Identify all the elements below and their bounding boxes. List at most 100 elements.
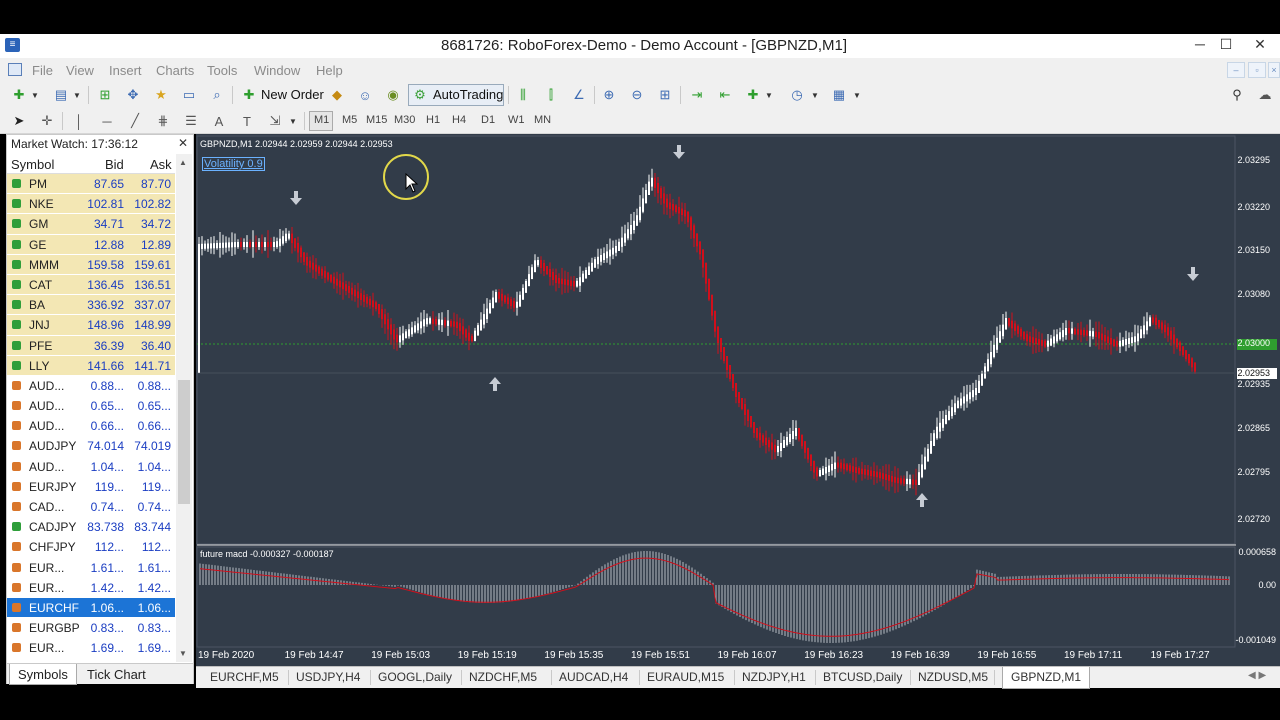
market-watch-row[interactable]: CAT 136.45 136.51: [7, 274, 175, 296]
volatility-button[interactable]: Volatility 0.9: [202, 157, 265, 171]
metaeditor-icon[interactable]: ◆: [328, 86, 346, 104]
text-label-icon[interactable]: T: [238, 112, 256, 130]
market-watch-row[interactable]: CADJPY 83.738 83.744: [7, 517, 175, 538]
timeframe-m5[interactable]: M5: [342, 114, 357, 126]
menu-tools[interactable]: Tools: [207, 63, 237, 78]
arrow-tools-icon[interactable]: ⇲: [266, 112, 284, 130]
market-watch-icon[interactable]: ⊞: [96, 86, 114, 104]
market-watch-row[interactable]: EURJPY 119... 119...: [7, 476, 175, 497]
chart-tab[interactable]: USDJPY,H4: [296, 670, 360, 684]
maximize-button[interactable]: ☐: [1212, 34, 1240, 56]
timeframe-d1[interactable]: D1: [481, 114, 495, 126]
zoom-out-icon[interactable]: ⊖: [628, 86, 646, 104]
search-icon[interactable]: ⚲: [1228, 86, 1246, 104]
market-watch-row[interactable]: EUR... 1.69... 1.69...: [7, 638, 175, 659]
market-watch-row[interactable]: PM 87.65 87.70: [7, 174, 175, 195]
menu-window[interactable]: Window: [254, 63, 300, 78]
chart-window[interactable]: GBPNZD,M1 2.02944 2.02959 2.02944 2.0295…: [196, 134, 1280, 666]
zoom-in-icon[interactable]: ⊕: [600, 86, 618, 104]
chart-tab[interactable]: NZDJPY,H1: [742, 670, 806, 684]
chart-tab[interactable]: NZDCHF,M5: [469, 670, 537, 684]
timeframe-mn[interactable]: MN: [534, 114, 551, 126]
tile-windows-icon[interactable]: ⊞: [656, 86, 674, 104]
market-watch-row[interactable]: CHFJPY 112... 112...: [7, 537, 175, 558]
periods-icon[interactable]: ◷: [788, 86, 806, 104]
chat-icon[interactable]: ☁: [1256, 86, 1274, 104]
channel-icon[interactable]: ⋕: [154, 112, 172, 130]
line-chart-icon[interactable]: ∠: [570, 86, 588, 104]
timeframe-h4[interactable]: H4: [452, 114, 466, 126]
minimize-button[interactable]: ─: [1186, 34, 1214, 56]
market-watch-row[interactable]: AUDJPY 74.014 74.019: [7, 436, 175, 457]
templates-icon[interactable]: ▦: [830, 86, 848, 104]
market-watch-row[interactable]: JNJ 148.96 148.99: [7, 315, 175, 336]
chart-tab[interactable]: EURCHF,M5: [210, 670, 279, 684]
tab-symbols[interactable]: Symbols: [9, 664, 77, 685]
market-watch-row[interactable]: MMM 159.58 159.61: [7, 254, 175, 275]
autoscroll-icon[interactable]: ⇤: [716, 86, 734, 104]
price-chart[interactable]: [196, 134, 1280, 666]
chart-tab[interactable]: AUDCAD,H4: [559, 670, 628, 684]
timeframe-m30[interactable]: M30: [394, 114, 415, 126]
dropdown-arrow-icon[interactable]: ▼: [284, 112, 302, 130]
timeframe-m1[interactable]: M1: [314, 114, 329, 126]
market-watch-row[interactable]: BA 336.92 337.07: [7, 295, 175, 316]
cursor-tool-icon[interactable]: ➤: [10, 112, 28, 130]
dropdown-arrow-icon[interactable]: ▼: [26, 86, 44, 104]
chart-tab[interactable]: GOOGL,Daily: [378, 670, 452, 684]
timeframe-w1[interactable]: W1: [508, 114, 525, 126]
mdi-restore-button[interactable]: ▫: [1248, 62, 1266, 78]
menu-help[interactable]: Help: [316, 63, 343, 78]
close-icon[interactable]: ✕: [178, 136, 188, 150]
text-tool-icon[interactable]: A: [210, 112, 228, 130]
chart-shift-icon[interactable]: ⇥: [688, 86, 706, 104]
dropdown-arrow-icon[interactable]: ▼: [760, 86, 778, 104]
terminal-icon[interactable]: ▭: [180, 86, 198, 104]
chart-tab[interactable]: BTCUSD,Daily: [823, 670, 902, 684]
fibonacci-icon[interactable]: ☰: [182, 112, 200, 130]
navigator-icon[interactable]: ✥: [124, 86, 142, 104]
market-watch-row[interactable]: AUD... 0.88... 0.88...: [7, 375, 175, 397]
vertical-line-icon[interactable]: │: [70, 112, 88, 130]
dropdown-arrow-icon[interactable]: ▼: [848, 86, 866, 104]
dropdown-arrow-icon[interactable]: ▼: [68, 86, 86, 104]
column-bid[interactable]: Bid: [105, 157, 124, 172]
tab-tick-chart[interactable]: Tick Chart: [79, 664, 154, 685]
market-watch-row[interactable]: AUD... 0.65... 0.65...: [7, 396, 175, 417]
horizontal-line-icon[interactable]: ─: [98, 112, 116, 130]
market-watch-row[interactable]: AUD... 1.04... 1.04...: [7, 456, 175, 477]
chart-tab[interactable]: EURAUD,M15: [647, 670, 724, 684]
candlestick-icon[interactable]: ⫿: [542, 86, 560, 104]
market-watch-row[interactable]: NKE 102.81 102.82: [7, 194, 175, 215]
new-order-icon[interactable]: ✚: [240, 86, 258, 104]
market-watch-row[interactable]: CAD... 0.74... 0.74...: [7, 497, 175, 518]
scrollbar[interactable]: ▲ ▼: [176, 154, 192, 662]
menu-charts[interactable]: Charts: [156, 63, 194, 78]
tab-scroll-icon[interactable]: ◀ ▶: [1248, 670, 1266, 681]
column-ask[interactable]: Ask: [150, 157, 172, 172]
data-window-icon[interactable]: ★: [152, 86, 170, 104]
market-watch-row[interactable]: EURCHF 1.06... 1.06...: [7, 597, 175, 619]
chart-tab[interactable]: GBPNZD,M1: [1002, 667, 1091, 689]
menu-insert[interactable]: Insert: [109, 63, 142, 78]
market-watch-row[interactable]: PFE 36.39 36.40: [7, 335, 175, 356]
signals-icon[interactable]: ☺: [356, 86, 374, 104]
timeframe-m15[interactable]: M15: [366, 114, 387, 126]
market-watch-row[interactable]: AUD... 0.66... 0.66...: [7, 416, 175, 437]
strategy-tester-icon[interactable]: ⌕: [208, 86, 226, 104]
market-watch-row[interactable]: EUR... 1.61... 1.61...: [7, 557, 175, 578]
market-watch-row[interactable]: GE 12.88 12.89: [7, 234, 175, 255]
market-watch-row[interactable]: EUR... 1.42... 1.42...: [7, 577, 175, 598]
mdi-minimize-button[interactable]: –: [1227, 62, 1245, 78]
dropdown-arrow-icon[interactable]: ▼: [806, 86, 824, 104]
market-icon[interactable]: ◉: [384, 86, 402, 104]
scrollbar-thumb[interactable]: [178, 380, 190, 504]
market-watch-row[interactable]: GM 34.71 34.72: [7, 214, 175, 235]
menu-view[interactable]: View: [66, 63, 94, 78]
market-watch-row[interactable]: LLY 141.66 141.71: [7, 355, 175, 376]
timeframe-h1[interactable]: H1: [426, 114, 440, 126]
trendline-icon[interactable]: ╱: [126, 112, 144, 130]
crosshair-icon[interactable]: ✛: [38, 112, 56, 130]
market-watch-row[interactable]: EURGBP 0.83... 0.83...: [7, 618, 175, 639]
mdi-close-button[interactable]: ×: [1268, 62, 1280, 78]
